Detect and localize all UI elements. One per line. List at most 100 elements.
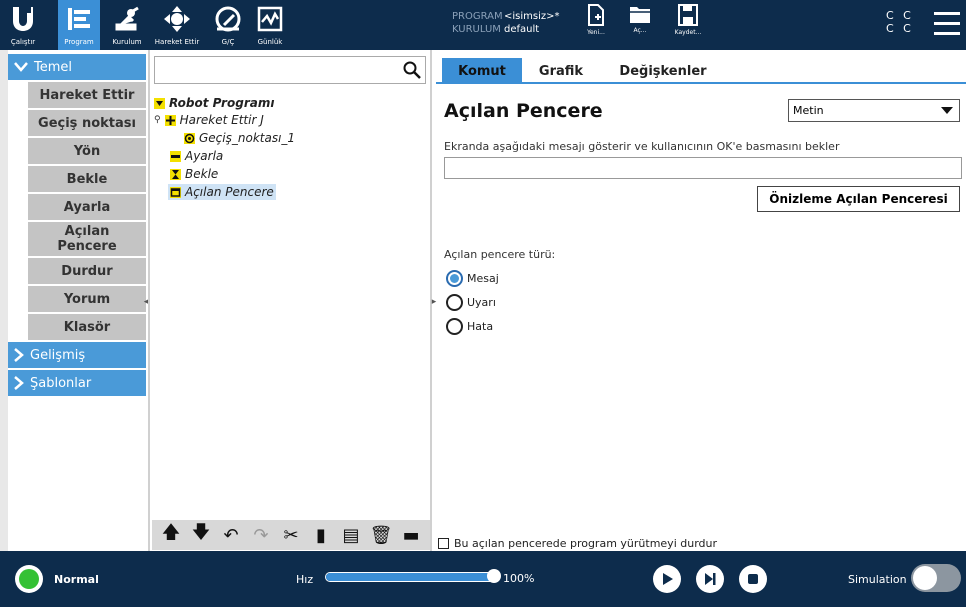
nav-program-label: Program [64, 38, 94, 46]
popup-message-input[interactable] [444, 157, 962, 179]
nav-log-label: Günlük [257, 38, 283, 46]
cmd-comment[interactable]: Yorum [28, 286, 146, 312]
tab-command-label: Komut [458, 63, 506, 79]
installation-name: default [504, 24, 540, 35]
robot-status-icon[interactable] [15, 565, 43, 593]
log-chart-icon [255, 4, 285, 34]
nav-installation-label: Kurulum [112, 38, 142, 46]
cc-line-1: C C [886, 9, 914, 22]
tree-search-input[interactable] [154, 56, 426, 84]
cmd-halt[interactable]: Durdur [28, 258, 146, 284]
popup-type-label: Açılan pencere türü: [444, 248, 556, 261]
tree-node-wait[interactable]: Bekle [170, 167, 218, 181]
cmd-halt-label: Durdur [61, 263, 113, 279]
tab-command[interactable]: Komut [442, 58, 522, 84]
dropdown-arrow-icon [941, 107, 953, 114]
speed-slider[interactable] [325, 572, 495, 582]
stop-button[interactable] [739, 565, 767, 593]
tree-node-move-j[interactable]: ⚲ Hareket Ettir J [154, 113, 264, 127]
copy-icon[interactable]: ▮ [309, 525, 333, 546]
tree-node-popup[interactable]: Açılan Pencere [168, 184, 276, 200]
section-advanced[interactable]: Gelişmiş [8, 342, 146, 368]
radio-error[interactable]: Hata [446, 318, 493, 335]
command-panel: Temel Hareket Ettir Geçiş noktası Yön Be… [0, 50, 148, 551]
save-button[interactable]: Kaydet... [668, 4, 708, 48]
cmd-waypoint[interactable]: Geçiş noktası [28, 110, 146, 136]
top-bar: Çalıştır Program Kurulum Hareket Ettir G… [0, 0, 966, 50]
radio-warning-label: Uyarı [467, 296, 496, 309]
nav-log-button[interactable]: Günlük [250, 0, 290, 50]
tab-graphics[interactable]: Grafik [526, 58, 596, 84]
delete-icon[interactable]: 🗑 [369, 525, 393, 546]
move-down-icon[interactable]: 🡇 [189, 520, 213, 550]
step-icon [705, 573, 716, 585]
suppress-icon[interactable]: ▬ [399, 525, 423, 546]
triangle-down-icon [154, 97, 165, 109]
redo-icon[interactable]: ↷ [249, 525, 273, 546]
nav-io-button[interactable]: G/Ç [208, 0, 248, 50]
save-label: Kaydet... [674, 29, 702, 36]
stop-execution-checkbox[interactable]: Bu açılan pencerede program yürütmeyi du… [438, 537, 717, 550]
cc-indicator: C C C C [886, 9, 914, 35]
tree-expander-icon: ⚲ [154, 115, 161, 125]
io-gauge-icon [213, 4, 243, 34]
message-type-select[interactable]: Metin [788, 99, 960, 122]
program-info: PROGRAM<isimsiz>* KURULUM default [452, 10, 560, 36]
stop-icon [748, 574, 758, 584]
step-button[interactable] [696, 565, 724, 593]
open-button[interactable]: Aç... [620, 4, 660, 48]
section-templates[interactable]: Şablonlar [8, 370, 146, 396]
tree-toolbar: 🡅 🡇 ↶ ↷ ✂ ▮ ▤ 🗑 ▬ [152, 520, 430, 550]
nav-move-button[interactable]: Hareket Ettir [150, 0, 204, 50]
play-icon [663, 573, 673, 585]
cmd-wait[interactable]: Bekle [28, 166, 146, 192]
cmd-direction[interactable]: Yön [28, 138, 146, 164]
cut-icon[interactable]: ✂ [279, 525, 303, 546]
hamburger-menu-icon[interactable] [934, 12, 960, 36]
new-button[interactable]: Yeni... [576, 4, 616, 48]
program-key: PROGRAM [452, 11, 503, 22]
cmd-popup[interactable]: Açılan Pencere [28, 222, 146, 256]
tree-node-label: Robot Programı [169, 96, 275, 110]
nav-installation-button[interactable]: Kurulum [106, 0, 148, 50]
preview-popup-button[interactable]: Önizleme Açılan Penceresi [757, 186, 960, 212]
tab-variables-label: Değişkenler [619, 63, 707, 79]
tree-node-waypoint[interactable]: Geçiş_noktası_1 [184, 131, 295, 145]
collapse-tree-handle-icon[interactable]: ▸ [429, 297, 439, 309]
play-button[interactable] [653, 565, 681, 593]
tree-node-set[interactable]: Ayarla [170, 149, 223, 163]
nav-program-button[interactable]: Program [58, 0, 100, 50]
radio-warning[interactable]: Uyarı [446, 294, 496, 311]
cmd-folder[interactable]: Klasör [28, 314, 146, 340]
speed-label: Hız [296, 573, 314, 586]
cmd-direction-label: Yön [73, 143, 101, 159]
robot-arm-icon [112, 4, 142, 34]
move-up-icon[interactable]: 🡅 [159, 520, 183, 550]
paste-icon[interactable]: ▤ [339, 525, 363, 546]
cmd-move[interactable]: Hareket Ettir [28, 82, 146, 108]
stop-execution-label: Bu açılan pencerede program yürütmeyi du… [454, 537, 718, 550]
page-title: Açılan Pencere [444, 100, 603, 122]
section-basic[interactable]: Temel [8, 54, 146, 80]
undo-icon[interactable]: ↶ [219, 525, 243, 546]
simulation-label: Simulation [848, 573, 907, 586]
tab-variables[interactable]: Değişkenler [608, 58, 718, 84]
search-icon[interactable] [403, 61, 421, 79]
cmd-popup-label: Açılan Pencere [57, 224, 117, 254]
cmd-waypoint-label: Geçiş noktası [38, 115, 136, 131]
radio-message[interactable]: Mesaj [446, 270, 499, 287]
radio-unselected-icon [446, 318, 463, 335]
open-label: Aç... [633, 27, 647, 34]
radio-error-label: Hata [467, 320, 494, 333]
message-type-value: Metin [793, 104, 824, 117]
cmd-set-label: Ayarla [63, 199, 111, 215]
tree-node-label: Bekle [185, 167, 219, 181]
section-templates-label: Şablonlar [30, 375, 92, 391]
tab-graphics-label: Grafik [538, 63, 584, 79]
tree-node-robot-program[interactable]: Robot Programı [154, 96, 274, 110]
move-icon [164, 114, 176, 126]
simulation-toggle[interactable] [911, 564, 961, 592]
nav-run-button[interactable]: Çalıştır [0, 0, 46, 50]
cmd-set[interactable]: Ayarla [28, 194, 146, 220]
speed-slider-knob[interactable] [487, 569, 501, 583]
